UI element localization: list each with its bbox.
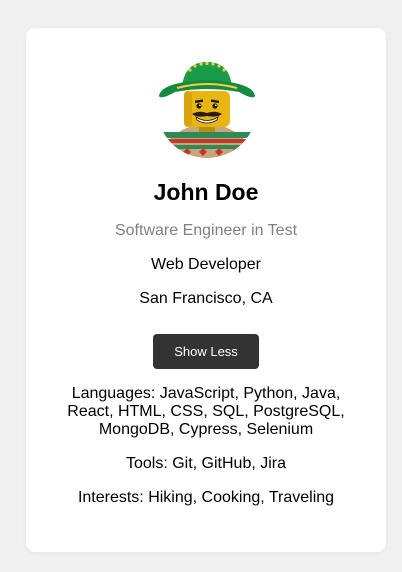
profile-role: Web Developer [151, 256, 261, 273]
profile-name: John Doe [153, 179, 259, 205]
languages-text: Languages: JavaScript, Python, Java, Rea… [67, 385, 345, 438]
profile-location: San Francisco, CA [139, 290, 273, 307]
interests-text: Interests: Hiking, Cooking, Traveling [77, 489, 335, 506]
tools-text: Tools: Git, GitHub, Jira [125, 455, 287, 472]
profile-card: John Doe Software Engineer in Test Web D… [26, 28, 386, 552]
show-less-button[interactable]: Show Less [153, 334, 259, 369]
avatar [157, 58, 257, 158]
profile-subtitle: Software Engineer in Test [114, 222, 298, 239]
lego-minifigure-avatar-icon [157, 61, 257, 158]
